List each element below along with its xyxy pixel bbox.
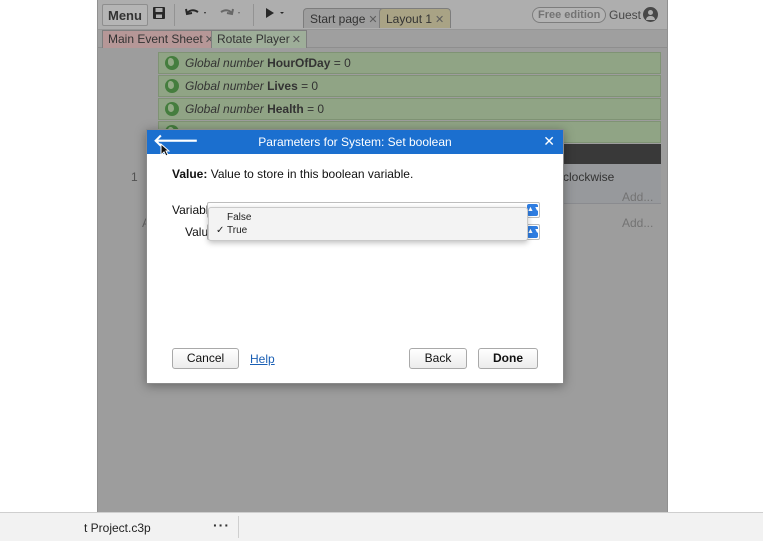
screen: Menu Start page ✕ Layout 1 ✕ Free edition bbox=[0, 0, 763, 541]
help-link[interactable]: Help bbox=[250, 352, 275, 366]
dropdown-option-false[interactable]: False bbox=[213, 211, 525, 225]
cancel-button[interactable]: Cancel bbox=[172, 348, 239, 369]
parameters-dialog: Parameters for System: Set boolean 🡐 ✕ V… bbox=[146, 129, 564, 384]
project-name[interactable]: t Project.c3p bbox=[84, 521, 151, 535]
close-icon[interactable]: ✕ bbox=[543, 130, 555, 154]
dialog-title: Parameters for System: Set boolean bbox=[258, 135, 452, 149]
dropdown-arrow-icon: ▲▼ bbox=[527, 204, 539, 216]
dialog-title-bar: Parameters for System: Set boolean 🡐 ✕ bbox=[147, 130, 563, 154]
value-dropdown-menu: False ✓ True bbox=[208, 207, 528, 241]
more-icon[interactable]: ··· bbox=[213, 517, 230, 533]
option-label: False bbox=[227, 212, 252, 223]
status-separator bbox=[238, 516, 239, 538]
description-label: Value: bbox=[172, 167, 208, 181]
back-button[interactable]: Back bbox=[409, 348, 467, 369]
check-icon: ✓ bbox=[216, 225, 225, 236]
dropdown-option-true[interactable]: ✓ True bbox=[213, 224, 525, 238]
done-button[interactable]: Done bbox=[478, 348, 538, 369]
parameter-description: Value: Value to store in this boolean va… bbox=[172, 167, 413, 181]
status-bar: t Project.c3p ··· bbox=[0, 512, 763, 541]
dropdown-arrow-icon: ▲▼ bbox=[527, 226, 539, 238]
option-label: True bbox=[227, 225, 248, 236]
description-text: Value to store in this boolean variable. bbox=[210, 167, 414, 181]
